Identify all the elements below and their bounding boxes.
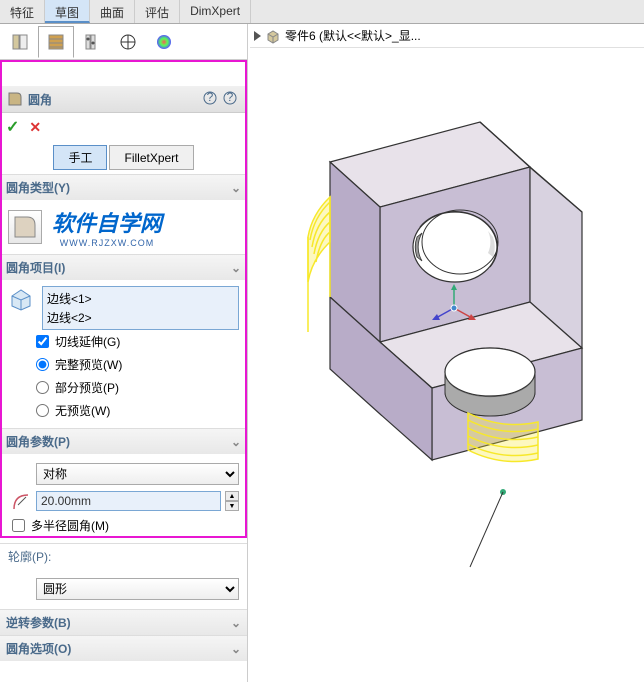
watermark-sub: WWW.RJZXW.COM (60, 238, 154, 248)
configuration-manager-tab[interactable] (74, 26, 110, 58)
svg-text:?: ? (227, 91, 234, 104)
collapse-icon: ⌄ (231, 642, 241, 656)
spinner-down[interactable]: ▼ (225, 501, 239, 511)
mode-row: 手工 FilletXpert (0, 141, 247, 174)
svg-text:?: ? (207, 91, 214, 104)
fillet-type-section: 圆角类型(Y) ⌄ 软件自学网 WWW.RJZXW.COM (0, 174, 247, 254)
edge-selection-icon (8, 286, 36, 314)
fillet-items-section: 圆角项目(I) ⌄ 边线<1> 边线<2> 切线延伸(G) 完整预览(W) (0, 254, 247, 428)
manager-tabs (0, 24, 247, 60)
tab-features[interactable]: 特征 (0, 0, 45, 23)
checkbox-label: 多半径圆角(M) (31, 517, 109, 534)
spinner-up[interactable]: ▲ (225, 491, 239, 501)
expand-icon[interactable] (254, 31, 261, 41)
radio-label: 完整预览(W) (55, 356, 122, 373)
cancel-button[interactable]: ✕ (29, 119, 41, 136)
list-item[interactable]: 边线<1> (47, 289, 234, 308)
collapse-icon: ⌄ (231, 435, 241, 449)
fillet-items-header[interactable]: 圆角项目(I) ⌄ (0, 255, 247, 280)
selection-list[interactable]: 边线<1> 边线<2> (42, 286, 239, 330)
model-view[interactable]: 半径: 20mm (250, 72, 644, 682)
display-manager-tab[interactable] (146, 26, 182, 58)
section-label: 逆转参数(B) (6, 614, 71, 631)
section-label: 圆角选项(O) (6, 640, 71, 657)
reverse-section: 逆转参数(B) ⌄ (0, 609, 247, 635)
multi-radius-checkbox[interactable] (12, 519, 25, 532)
command-manager-tabs: 特征 草图 曲面 评估 DimXpert (0, 0, 644, 24)
feature-manager-tab[interactable] (2, 26, 38, 58)
options-header[interactable]: 圆角选项(O) ⌄ (0, 636, 247, 661)
part-icon (265, 28, 281, 44)
profile-label: 轮廓(P): (0, 544, 247, 569)
feature-header: 圆角 ? ? (0, 86, 247, 113)
viewport-header: 零件6 (默认<<默认>_显... (250, 24, 644, 48)
collapse-icon: ⌄ (231, 616, 241, 630)
watermark: 软件自学网 WWW.RJZXW.COM (52, 206, 162, 248)
list-item[interactable]: 边线<2> (47, 308, 234, 327)
options-section: 圆角选项(O) ⌄ (0, 635, 247, 661)
radio-label: 部分预览(P) (55, 379, 119, 396)
graphics-viewport[interactable]: 零件6 (默认<<默认>_显... (250, 24, 644, 682)
fillet-type-header[interactable]: 圆角类型(Y) ⌄ (0, 175, 247, 200)
reverse-header[interactable]: 逆转参数(B) ⌄ (0, 610, 247, 635)
help-icon-2[interactable]: ? (223, 91, 239, 107)
radius-spinner: ▲ ▼ (225, 491, 239, 511)
collapse-icon: ⌄ (231, 181, 241, 195)
manual-mode-button[interactable]: 手工 (53, 145, 107, 170)
radius-icon (12, 491, 32, 511)
help-icon-1[interactable]: ? (203, 91, 219, 107)
watermark-text: 软件自学网 (52, 206, 162, 238)
full-preview-radio[interactable] (36, 358, 49, 371)
section-label: 圆角项目(I) (6, 259, 65, 276)
section-label: 圆角类型(Y) (6, 179, 70, 196)
fillet-type-constant[interactable] (8, 210, 42, 244)
fillet-params-header[interactable]: 圆角参数(P) ⌄ (0, 429, 247, 454)
tab-evaluate[interactable]: 评估 (135, 0, 180, 23)
tangent-propagation-checkbox[interactable] (36, 335, 49, 348)
symmetry-select[interactable]: 对称 (36, 463, 239, 485)
feature-title: 圆角 (28, 91, 201, 108)
radius-input[interactable] (36, 491, 221, 511)
filletxpert-mode-button[interactable]: FilletXpert (109, 145, 193, 170)
panel-content: 圆角 ? ? ✓ ✕ 手工 FilletXpert 圆角类型(Y) ⌄ (0, 86, 247, 682)
fillet-icon (6, 90, 24, 108)
checkbox-label: 切线延伸(G) (55, 333, 120, 350)
collapse-icon: ⌄ (231, 261, 241, 275)
no-preview-radio[interactable] (36, 404, 49, 417)
ok-button[interactable]: ✓ (6, 117, 19, 137)
dimxpert-manager-tab[interactable] (110, 26, 146, 58)
partial-preview-radio[interactable] (36, 381, 49, 394)
radio-label: 无预览(W) (55, 402, 110, 419)
part-name[interactable]: 零件6 (默认<<默认>_显... (285, 27, 421, 44)
section-label: 圆角参数(P) (6, 433, 70, 450)
tab-sketch[interactable]: 草图 (45, 0, 90, 23)
tab-surface[interactable]: 曲面 (90, 0, 135, 23)
profile-select[interactable]: 圆形 (36, 578, 239, 600)
profile-section: 轮廓(P): 圆形 (0, 543, 247, 609)
property-manager-tab[interactable] (38, 26, 74, 58)
confirm-row: ✓ ✕ (0, 113, 247, 141)
tab-dimxpert[interactable]: DimXpert (180, 0, 251, 23)
fillet-params-section: 圆角参数(P) ⌄ 对称 ▲ ▼ 多半径圆角(M) (0, 428, 247, 543)
property-manager-panel: 圆角 ? ? ✓ ✕ 手工 FilletXpert 圆角类型(Y) ⌄ (0, 24, 248, 682)
